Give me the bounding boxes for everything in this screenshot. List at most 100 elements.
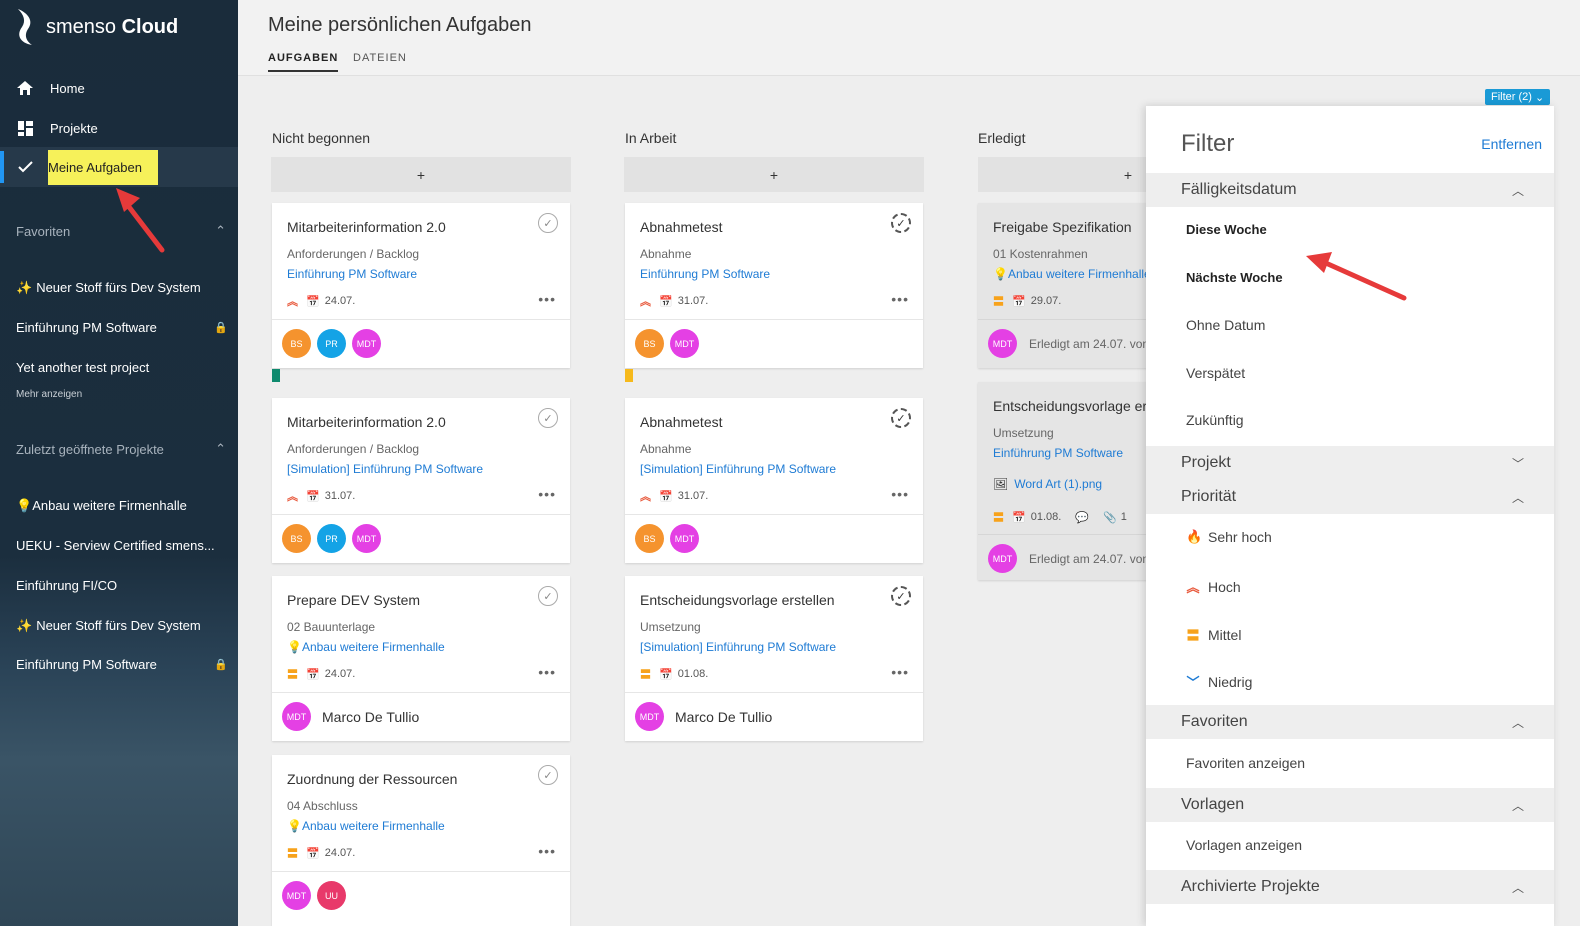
favorite-item[interactable]: Yet another test project — [16, 360, 228, 375]
complete-check-icon[interactable]: ✓ — [538, 213, 558, 233]
filter-option-show-templates[interactable]: Vorlagen anzeigen — [1186, 837, 1302, 853]
complete-check-icon[interactable]: ✓ — [538, 765, 558, 785]
tab-aufgaben[interactable]: AUFGABEN — [268, 52, 339, 72]
in-progress-check-icon[interactable]: ✓ — [891, 586, 911, 606]
task-card[interactable]: Prepare DEV System ✓ 02 Bauunterlage 💡An… — [272, 576, 570, 741]
task-project-link[interactable]: Einführung PM Software — [287, 267, 417, 281]
filter-option-show-favorites[interactable]: Favoriten anzeigen — [1186, 755, 1305, 771]
filter-title: Filter — [1181, 130, 1235, 157]
recent-item[interactable]: UEKU - Serview Certified smens... — [16, 538, 228, 553]
task-card[interactable]: Zuordnung der Ressourcen ✓ 04 Abschluss … — [272, 755, 570, 926]
recent-item[interactable]: Einführung FI/CO — [16, 578, 228, 593]
task-project-link[interactable]: 💡Anbau weitere Firmenhalle — [287, 640, 445, 654]
filter-option-future[interactable]: Zukünftig — [1186, 412, 1244, 428]
task-card[interactable]: Abnahmetest ✓ Abnahme Einführung PM Soft… — [625, 203, 923, 368]
avatar[interactable]: PR — [317, 524, 346, 553]
avatar[interactable]: MDT — [670, 329, 699, 358]
task-project-link[interactable]: [Simulation] Einführung PM Software — [640, 462, 836, 476]
filter-section-archived[interactable]: Archivierte Projekte ︿ — [1146, 870, 1554, 904]
more-options-icon[interactable]: ••• — [538, 486, 556, 502]
nav-projekte[interactable]: Projekte — [0, 108, 238, 148]
divider — [625, 319, 923, 320]
recent-item[interactable]: ✨ Neuer Stoff fürs Dev System — [16, 618, 228, 634]
task-project-link[interactable]: 💡Anbau weitere Firmenhalle — [993, 267, 1151, 281]
filter-section-templates[interactable]: Vorlagen ︿ — [1146, 788, 1554, 822]
filter-section-favorites[interactable]: Favoriten ︿ — [1146, 705, 1554, 739]
in-progress-check-icon[interactable]: ✓ — [891, 408, 911, 428]
task-phase: 02 Bauunterlage — [287, 620, 376, 634]
avatar[interactable]: PR — [317, 329, 346, 358]
recent-item[interactable]: Einführung PM Software 🔒 — [16, 657, 228, 672]
avatar[interactable]: BS — [282, 524, 311, 553]
task-project-link[interactable]: 💡Anbau weitere Firmenhalle — [287, 819, 445, 833]
task-project-link[interactable]: Einführung PM Software — [993, 446, 1123, 460]
assignees: MDT UU — [282, 881, 352, 910]
avatar[interactable]: MDT — [635, 702, 664, 731]
tab-dateien[interactable]: DATEIEN — [353, 52, 407, 70]
avatar[interactable]: BS — [282, 329, 311, 358]
more-options-icon[interactable]: ••• — [891, 291, 909, 307]
avatar[interactable]: UU — [317, 881, 346, 910]
add-task-button[interactable]: + — [624, 157, 924, 192]
more-options-icon[interactable]: ••• — [538, 291, 556, 307]
task-title: Mitarbeiterinformation 2.0 — [287, 219, 446, 235]
remove-filter-link[interactable]: Entfernen — [1481, 136, 1542, 152]
avatar[interactable]: MDT — [282, 881, 311, 910]
filter-section-project[interactable]: Projekt ﹀ — [1146, 446, 1554, 480]
filter-option-overdue[interactable]: Verspätet — [1186, 365, 1245, 381]
more-options-icon[interactable]: ••• — [891, 664, 909, 680]
column-title-not-started: Nicht begonnen — [272, 130, 371, 146]
avatar[interactable]: MDT — [352, 524, 381, 553]
due-date: 29.07. — [1030, 295, 1062, 307]
filter-option-very-high[interactable]: 🔥 Sehr hoch — [1186, 529, 1272, 545]
task-card[interactable]: Abnahmetest ✓ Abnahme [Simulation] Einfü… — [625, 398, 923, 563]
favorites-section-header[interactable]: Favoriten ⌃ — [16, 223, 226, 239]
show-more-link[interactable]: Mehr anzeigen — [16, 389, 82, 400]
filter-option-high[interactable]: ︽ Hoch — [1186, 577, 1240, 596]
task-meta: ︽ 📅 31.07. — [640, 293, 708, 309]
divider — [625, 514, 923, 515]
more-options-icon[interactable]: ••• — [538, 843, 556, 859]
filter-option-low[interactable]: ﹀ Niedrig — [1186, 672, 1252, 691]
recent-item[interactable]: 💡Anbau weitere Firmenhalle — [16, 498, 228, 514]
divider — [272, 514, 570, 515]
completed-info: Erledigt am 24.07. von — [1029, 551, 1150, 566]
add-task-button[interactable]: + — [271, 157, 571, 192]
avatar[interactable]: MDT — [988, 544, 1017, 573]
nav-meine-aufgaben[interactable]: Meine Aufgaben — [0, 147, 238, 187]
filter-option-next-week[interactable]: Nächste Woche — [1186, 270, 1283, 285]
task-title: Zuordnung der Ressourcen — [287, 771, 458, 787]
nav-home[interactable]: Home — [0, 68, 238, 108]
task-card[interactable]: Mitarbeiterinformation 2.0 ✓ Anforderung… — [272, 203, 570, 368]
avatar[interactable]: MDT — [670, 524, 699, 553]
attachment-link[interactable]: 🖼 Word Art (1).png — [993, 477, 1102, 491]
task-project-link[interactable]: [Simulation] Einführung PM Software — [287, 462, 483, 476]
task-project-link[interactable]: Einführung PM Software — [640, 267, 770, 281]
filter-section-priority[interactable]: Priorität ︿ — [1146, 480, 1554, 514]
app-logo[interactable]: smenso Cloud — [14, 6, 178, 48]
favorite-item[interactable]: ✨ Neuer Stoff fürs Dev System — [16, 280, 228, 296]
filter-button[interactable]: Filter (2) ⌄ — [1485, 89, 1551, 105]
more-options-icon[interactable]: ••• — [891, 486, 909, 502]
task-card[interactable]: Entscheidungsvorlage erstellen ✓ Umsetzu… — [625, 576, 923, 741]
filter-option-this-week[interactable]: Diese Woche — [1186, 222, 1267, 237]
more-options-icon[interactable]: ••• — [538, 664, 556, 680]
task-project-link[interactable]: [Simulation] Einführung PM Software — [640, 640, 836, 654]
favorite-item[interactable]: Einführung PM Software 🔒 — [16, 320, 228, 335]
avatar[interactable]: BS — [635, 524, 664, 553]
recent-section-header[interactable]: Zuletzt geöffnete Projekte ⌃ — [16, 441, 226, 457]
due-date: 31.07. — [677, 490, 709, 502]
filter-section-due-date[interactable]: Fälligkeitsdatum ︿ — [1146, 173, 1554, 207]
avatar[interactable]: MDT — [988, 329, 1017, 358]
filter-option-no-date[interactable]: Ohne Datum — [1186, 317, 1265, 333]
task-meta: 〓 📅 24.07. — [287, 845, 355, 861]
in-progress-check-icon[interactable]: ✓ — [891, 213, 911, 233]
filter-option-medium[interactable]: 〓 Mittel — [1186, 625, 1241, 644]
avatar[interactable]: BS — [635, 329, 664, 358]
avatar[interactable]: MDT — [352, 329, 381, 358]
complete-check-icon[interactable]: ✓ — [538, 586, 558, 606]
task-meta: 〓 📅 01.08. — [640, 666, 708, 682]
complete-check-icon[interactable]: ✓ — [538, 408, 558, 428]
task-card[interactable]: Mitarbeiterinformation 2.0 ✓ Anforderung… — [272, 398, 570, 563]
avatar[interactable]: MDT — [282, 702, 311, 731]
